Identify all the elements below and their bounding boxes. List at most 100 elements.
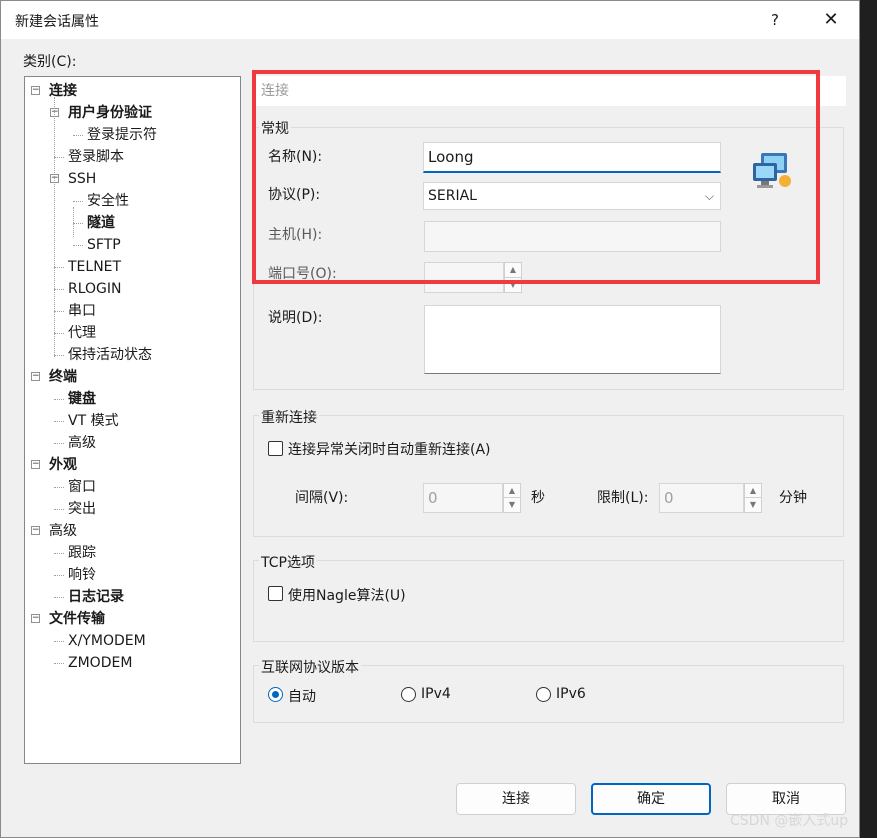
tree-guide-line (54, 97, 55, 357)
ipv6-label: IPv6 (556, 686, 586, 702)
protocol-label: 协议(P): (268, 187, 321, 203)
general-group-label: 常规 (259, 118, 291, 138)
tree-item[interactable]: 高级 (49, 521, 77, 541)
ipv4-label: IPv4 (421, 686, 451, 702)
tree-connector (54, 267, 64, 268)
tree-item[interactable]: TELNET (68, 257, 121, 277)
tree-item[interactable]: 登录脚本 (68, 147, 124, 167)
tree-item[interactable]: 响铃 (68, 565, 96, 585)
limit-unit: 分钟 (779, 490, 807, 506)
category-tree[interactable]: 连接 − 用户身份验证 − 登录提示符 登录脚本 SSH − 安全性 隧道 SFTP TELNET RL… (24, 76, 241, 764)
collapse-icon[interactable]: − (31, 372, 40, 381)
tree-item[interactable]: 突出 (68, 499, 96, 519)
tree-connector (54, 421, 64, 422)
tree-connector (54, 575, 64, 576)
title-bar: 新建会话属性 ? ✕ (1, 1, 859, 39)
tree-item[interactable]: 终端 (49, 367, 77, 387)
tree-connector (54, 553, 64, 554)
description-label: 说明(D): (268, 310, 323, 326)
ipv6-radio[interactable] (536, 687, 551, 702)
tree-item[interactable]: 外观 (49, 455, 77, 475)
tree-item[interactable]: 高级 (68, 433, 96, 453)
host-input[interactable] (424, 221, 721, 252)
spin-down-icon[interactable]: ▼ (504, 498, 520, 512)
reconnect-group-label: 重新连接 (259, 407, 319, 427)
nagle-label: 使用Nagle算法(U) (288, 588, 406, 604)
description-textarea[interactable] (424, 305, 721, 374)
ipv4-radio[interactable] (401, 687, 416, 702)
limit-spinner[interactable]: ▲ ▼ (744, 483, 762, 513)
tree-connector (54, 509, 64, 510)
tree-item[interactable]: 日志记录 (68, 587, 124, 607)
nagle-checkbox[interactable] (268, 586, 283, 601)
tree-guide-line (73, 207, 74, 237)
close-icon[interactable]: ✕ (809, 5, 853, 35)
spin-up-icon[interactable]: ▲ (745, 484, 761, 498)
tree-connector (54, 311, 64, 312)
tree-item[interactable]: 窗口 (68, 477, 96, 497)
spin-down-icon[interactable]: ▼ (505, 278, 521, 293)
collapse-icon[interactable]: − (31, 526, 40, 535)
collapse-icon[interactable]: − (31, 614, 40, 623)
window-title: 新建会话属性 (15, 14, 99, 30)
tree-connector (54, 597, 64, 598)
panel-header: 连接 (253, 76, 846, 106)
tree-item[interactable]: 登录提示符 (87, 125, 157, 145)
protocol-select-value: SERIAL (428, 188, 477, 204)
spin-up-icon[interactable]: ▲ (504, 484, 520, 498)
collapse-icon[interactable]: − (31, 460, 40, 469)
tree-connector (54, 443, 64, 444)
tree-item[interactable]: 键盘 (68, 389, 96, 409)
chevron-down-icon: ⌵ (704, 189, 714, 203)
port-input[interactable] (424, 262, 504, 293)
ip-auto-label: 自动 (288, 689, 316, 705)
tree-connector (54, 333, 64, 334)
tree-item[interactable]: 隧道 (87, 213, 115, 233)
watermark: CSDN @嵌入式up (730, 813, 849, 829)
connect-button[interactable]: 连接 (456, 783, 576, 815)
spin-down-icon[interactable]: ▼ (745, 498, 761, 512)
limit-input[interactable]: 0 (659, 483, 744, 513)
tree-connector (54, 663, 64, 664)
help-button[interactable]: ? (756, 5, 794, 35)
tree-item[interactable]: VT 模式 (68, 411, 119, 431)
tree-connector (54, 399, 64, 400)
limit-label: 限制(L): (597, 490, 649, 506)
tree-item[interactable]: SSH (68, 169, 96, 189)
port-label: 端口号(O): (268, 266, 337, 282)
interval-spinner[interactable]: ▲ ▼ (503, 483, 521, 513)
session-properties-dialog: 新建会话属性 ? ✕ 类别(C): 连接 − 用户身份验证 − 登录提示符 登录脚本 SSH… (0, 0, 860, 838)
collapse-icon[interactable]: − (31, 86, 40, 95)
protocol-select[interactable]: SERIAL ⌵ (423, 182, 721, 210)
tree-item[interactable]: 串口 (68, 301, 96, 321)
tree-item[interactable]: 用户身份验证 (68, 103, 152, 123)
tree-item[interactable]: SFTP (87, 235, 121, 255)
tree-connector (73, 245, 83, 246)
ip-auto-radio[interactable] (268, 687, 283, 702)
tree-item[interactable]: RLOGIN (68, 279, 122, 299)
tree-item[interactable]: 安全性 (87, 191, 129, 211)
tree-item[interactable]: X/YMODEM (68, 631, 146, 651)
tree-connector (73, 135, 83, 136)
tree-item[interactable]: 跟踪 (68, 543, 96, 563)
interval-unit: 秒 (531, 490, 545, 506)
port-spinner[interactable]: ▲ ▼ (504, 262, 522, 293)
spin-up-icon[interactable]: ▲ (505, 263, 521, 278)
ok-button[interactable]: 确定 (591, 783, 711, 815)
tree-item[interactable]: 代理 (68, 323, 96, 343)
tree-item[interactable]: 保持活动状态 (68, 345, 152, 365)
tree-item[interactable]: ZMODEM (68, 653, 132, 673)
tree-connector (54, 487, 64, 488)
reconnect-group (253, 415, 844, 537)
name-label: 名称(N): (268, 149, 323, 165)
auto-reconnect-checkbox[interactable] (268, 441, 283, 456)
interval-input[interactable]: 0 (423, 483, 503, 513)
tree-connector (73, 201, 83, 202)
tree-connector (54, 355, 64, 356)
tree-connector (54, 157, 64, 158)
tree-connector (73, 223, 83, 224)
name-input[interactable]: Loong (423, 142, 721, 173)
tcp-group-label: TCP选项 (259, 552, 317, 572)
tree-item[interactable]: 文件传输 (49, 609, 105, 629)
tree-connector (54, 641, 64, 642)
